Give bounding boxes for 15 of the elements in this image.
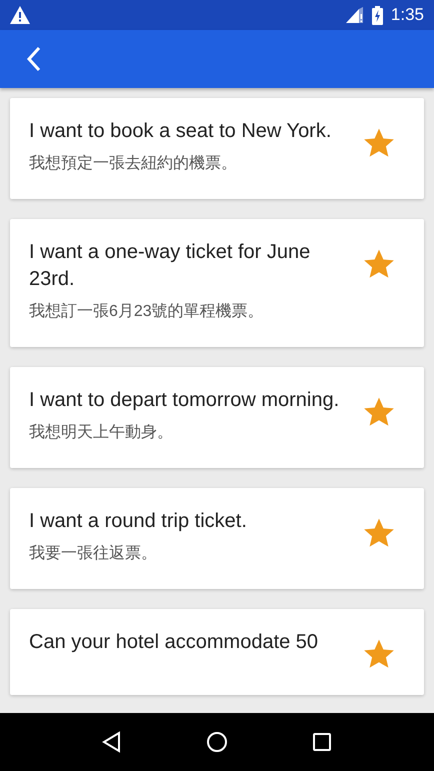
- signal-icon: [346, 7, 364, 23]
- phrase-text: I want to book a seat to New York.: [29, 119, 332, 144]
- warning-icon: [10, 6, 30, 24]
- phrase-text: I want to depart tomorrow morning.: [29, 388, 340, 413]
- phrase-text: I want a round trip ticket.: [29, 509, 248, 534]
- translation-text: 我想預定一張去紐約的機票。: [29, 154, 238, 174]
- phrase-text: Can your hotel accommodate 50: [29, 630, 320, 655]
- back-button[interactable]: [26, 46, 42, 72]
- battery-charging-icon: [372, 6, 383, 24]
- translation-text: 我要一張往返票。: [29, 544, 158, 564]
- translation-text: 我想明天上午動身。: [29, 422, 174, 443]
- home-icon[interactable]: [204, 730, 229, 754]
- translation-text: 我想訂一張6月23號的單程機票。: [29, 302, 265, 322]
- phrase-text: I want a one-way ticket for June 23rd.: [29, 240, 312, 292]
- clock-time: 1:35: [390, 4, 424, 26]
